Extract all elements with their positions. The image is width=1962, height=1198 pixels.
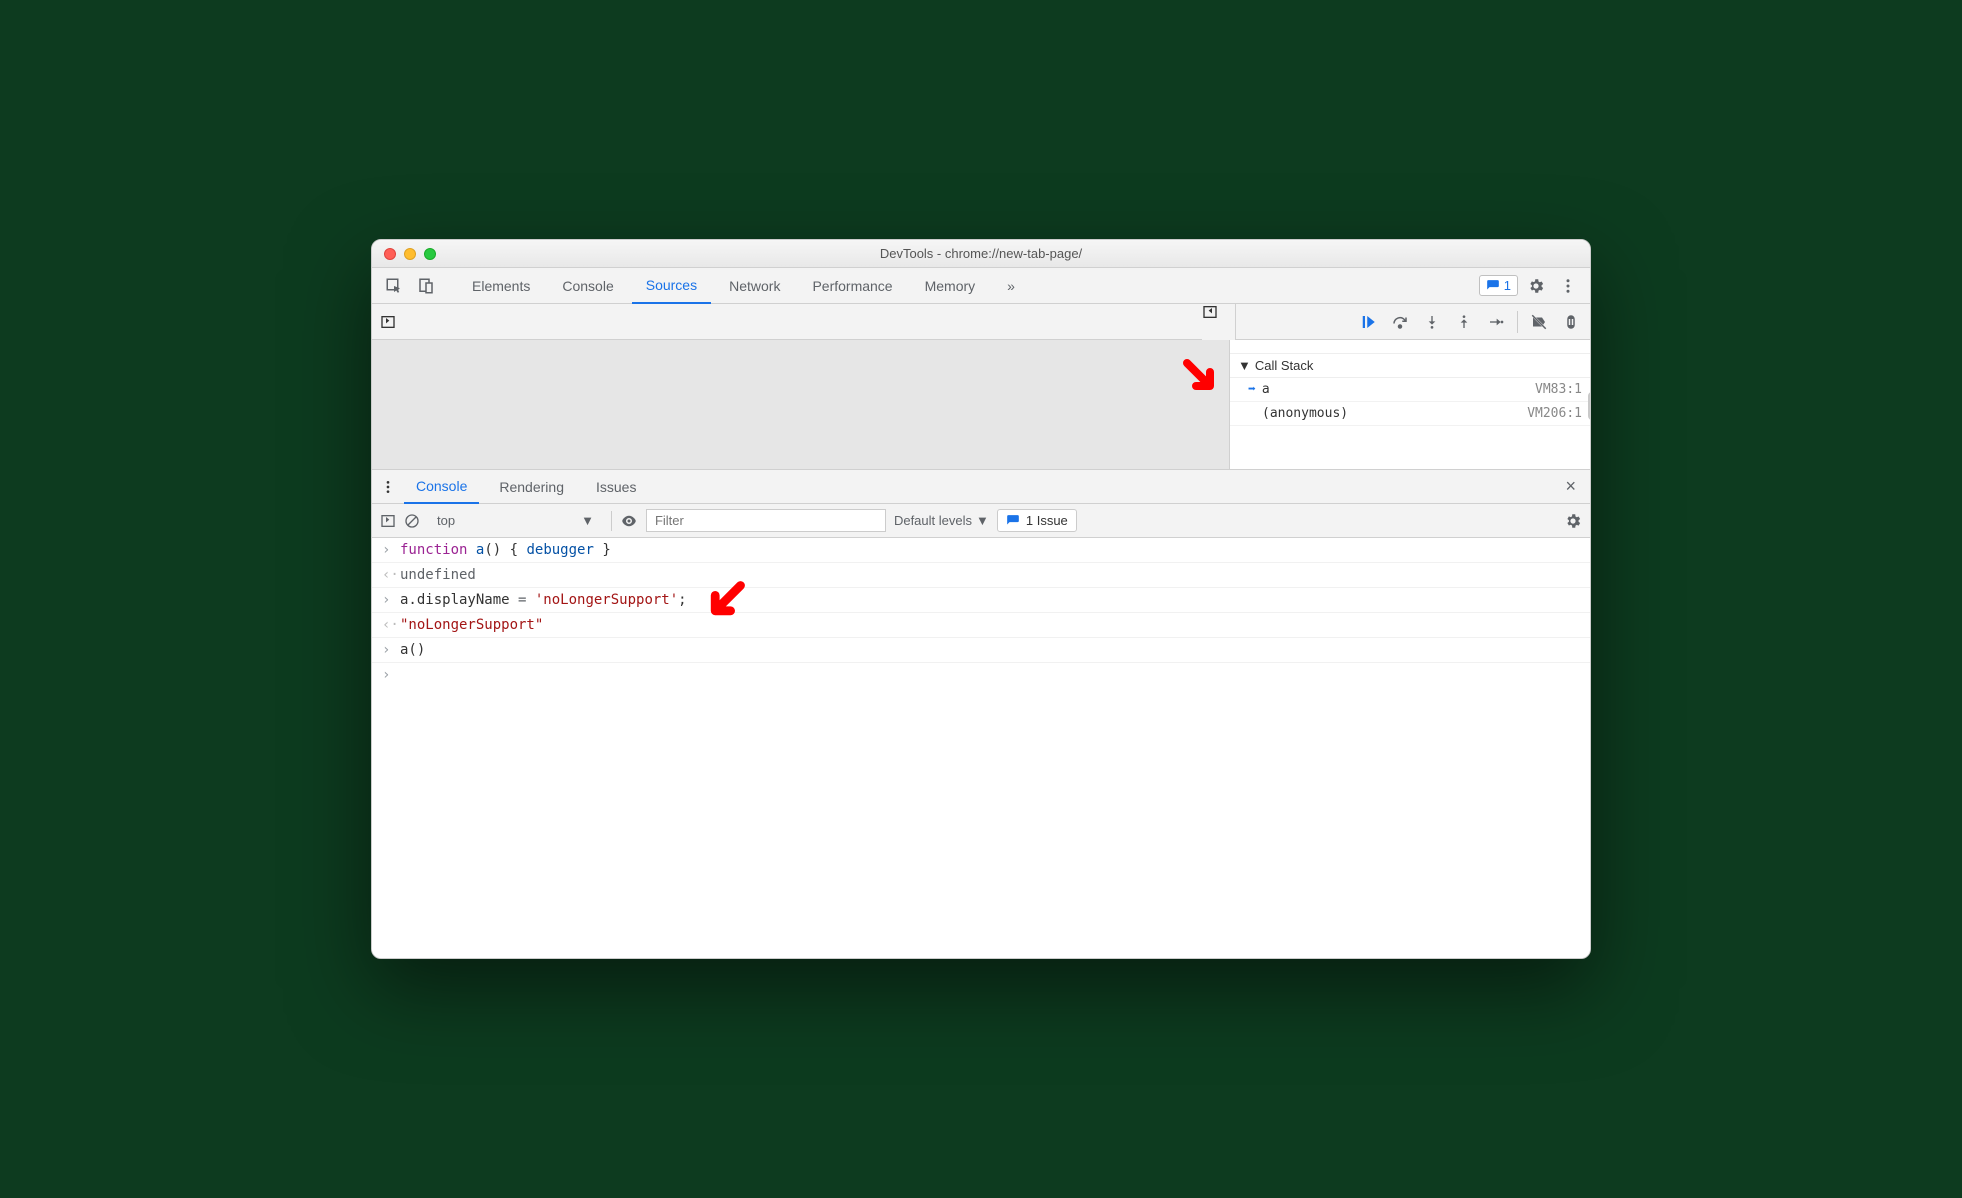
disclosure-triangle-icon: ▼ [1238, 358, 1251, 373]
console-code: function a() { debugger } [400, 542, 611, 558]
sources-body: Global Window ▼ Call Stack ➡ a VM83:1 (a… [372, 340, 1590, 470]
input-chevron-icon: › [382, 542, 400, 558]
drawer-more-icon[interactable] [380, 479, 396, 495]
drawer-tab-issues[interactable]: Issues [584, 470, 648, 504]
console-result-line: ‹· "noLongerSupport" [372, 613, 1590, 638]
deactivate-breakpoints-icon[interactable] [1526, 309, 1552, 335]
drawer-tab-rendering[interactable]: Rendering [487, 470, 576, 504]
stack-frame-name: a [1262, 382, 1270, 397]
show-navigator-icon[interactable] [380, 314, 396, 330]
scope-global-row[interactable]: Global Window [1230, 340, 1590, 354]
device-toolbar-icon[interactable] [412, 272, 440, 300]
stack-frame-location: VM83:1 [1535, 382, 1582, 397]
more-menu-icon[interactable] [1554, 272, 1582, 300]
console-input-line: › function a() { debugger } [372, 538, 1590, 563]
step-out-icon[interactable] [1451, 309, 1477, 335]
issues-counter-badge[interactable]: 1 [1479, 275, 1518, 296]
console-sidebar-toggle-icon[interactable] [380, 513, 396, 529]
clear-console-icon[interactable] [404, 513, 420, 529]
levels-label: Default levels [894, 513, 972, 528]
step-into-icon[interactable] [1419, 309, 1445, 335]
call-stack-header[interactable]: ▼ Call Stack [1230, 354, 1590, 378]
main-tabs: Elements Console Sources Network Perform… [372, 268, 1590, 304]
current-frame-arrow-icon: ➡ [1248, 382, 1256, 397]
window-title: DevTools - chrome://new-tab-page/ [372, 246, 1590, 261]
console-prompt-line[interactable]: › [372, 663, 1590, 687]
console-result-line: ‹· undefined [372, 563, 1590, 588]
output-chevron-icon: ‹· [382, 617, 400, 633]
show-debugger-icon[interactable] [1202, 304, 1236, 340]
call-stack-title: Call Stack [1255, 358, 1314, 373]
step-over-icon[interactable] [1387, 309, 1413, 335]
context-label: top [437, 513, 455, 528]
sources-toolbar [372, 304, 1590, 340]
console-result: undefined [400, 567, 476, 583]
tab-sources[interactable]: Sources [632, 268, 711, 304]
console-input-line: › a() [372, 638, 1590, 663]
stack-frame-current[interactable]: ➡ a VM83:1 [1230, 378, 1590, 402]
tab-memory[interactable]: Memory [911, 268, 990, 304]
tab-network[interactable]: Network [715, 268, 794, 304]
console-filter-input[interactable] [646, 509, 886, 532]
debugger-sidebar: Global Window ▼ Call Stack ➡ a VM83:1 (a… [1230, 340, 1590, 469]
resume-script-icon[interactable] [1355, 309, 1381, 335]
drawer-tab-console[interactable]: Console [404, 470, 479, 504]
console-settings-gear-icon[interactable] [1564, 512, 1582, 530]
console-result: "noLongerSupport" [400, 617, 543, 633]
console-code: a.displayName = 'noLongerSupport'; [400, 592, 687, 608]
settings-gear-icon[interactable] [1522, 272, 1550, 300]
scrollbar-thumb[interactable] [1588, 392, 1591, 420]
live-expression-icon[interactable] [620, 512, 638, 530]
titlebar: DevTools - chrome://new-tab-page/ [372, 240, 1590, 268]
input-chevron-icon: › [382, 642, 400, 658]
stack-frame-name: (anonymous) [1262, 406, 1348, 421]
tabs-overflow-button[interactable]: » [993, 268, 1029, 304]
prompt-chevron-icon: › [382, 667, 400, 683]
devtools-window: DevTools - chrome://new-tab-page/ Elemen… [371, 239, 1591, 959]
console-output[interactable]: › function a() { debugger } ‹· undefined… [372, 538, 1590, 958]
issues-count: 1 [1504, 278, 1511, 293]
stack-frame[interactable]: (anonymous) VM206:1 [1230, 402, 1590, 426]
console-code: a() [400, 642, 425, 658]
tab-performance[interactable]: Performance [798, 268, 906, 304]
console-input-line: › a.displayName = 'noLongerSupport'; [372, 588, 1590, 613]
source-editor-area[interactable] [372, 340, 1230, 469]
dropdown-triangle-icon: ▼ [976, 513, 989, 528]
tab-elements[interactable]: Elements [458, 268, 544, 304]
stack-frame-location: VM206:1 [1527, 406, 1582, 421]
close-drawer-button[interactable]: × [1559, 476, 1582, 497]
console-toolbar: top ▼ Default levels ▼ 1 Issue [372, 504, 1590, 538]
inspect-element-icon[interactable] [380, 272, 408, 300]
execution-context-selector[interactable]: top ▼ [428, 510, 603, 531]
pause-on-exceptions-icon[interactable] [1558, 309, 1584, 335]
drawer-tabs: Console Rendering Issues × [372, 470, 1590, 504]
issue-icon [1006, 514, 1020, 528]
output-chevron-icon: ‹· [382, 567, 400, 583]
log-levels-selector[interactable]: Default levels ▼ [894, 513, 989, 528]
dropdown-triangle-icon: ▼ [581, 513, 594, 528]
step-icon[interactable] [1483, 309, 1509, 335]
issues-pill[interactable]: 1 Issue [997, 509, 1077, 532]
issues-text: 1 Issue [1026, 513, 1068, 528]
tab-console[interactable]: Console [548, 268, 627, 304]
input-chevron-icon: › [382, 592, 400, 608]
